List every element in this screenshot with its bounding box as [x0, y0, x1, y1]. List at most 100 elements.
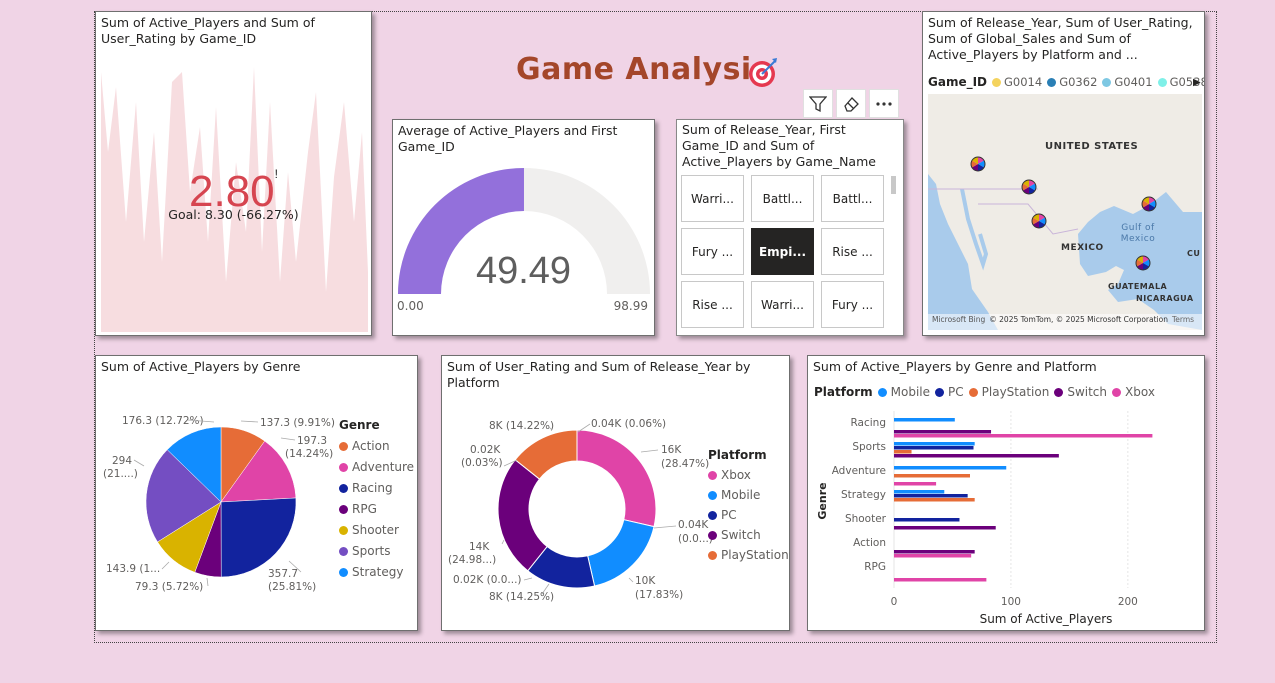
legend-item-action[interactable]: Action [339, 439, 414, 453]
legend-item-playstation[interactable]: PlayStation [708, 548, 789, 562]
slicer-tile[interactable]: Fury ... [681, 228, 744, 275]
slicer-tile[interactable]: Rise ... [681, 281, 744, 328]
bing-logo: Microsoft Bing [932, 315, 986, 324]
map-pie-marker[interactable] [1135, 255, 1151, 271]
page-title: Game Analysis [516, 52, 771, 87]
gauge-card[interactable]: Average of Active_Players and First Game… [392, 119, 655, 336]
label-sports-pct: (21....) [103, 468, 138, 480]
label-pc: 8K (14.25%) [489, 591, 554, 603]
legend-item-xbox[interactable]: Xbox [708, 468, 789, 482]
filter-button[interactable] [803, 89, 833, 118]
legend-marker [339, 504, 348, 514]
label-shooter: 143.9 (1... [106, 563, 160, 575]
map-pins [970, 156, 1157, 271]
bar-adventure-playstation[interactable] [894, 474, 970, 478]
bar-shooter-pc[interactable] [894, 518, 960, 522]
legend-label: Switch [721, 528, 761, 542]
legend-item-pc[interactable]: PC [708, 508, 789, 522]
bar-adventure-xbox[interactable] [894, 482, 937, 486]
legend-item-switch[interactable]: Switch [708, 528, 789, 542]
legend-item-strategy[interactable]: Strategy [339, 565, 414, 579]
y-axis-title: Genre [816, 482, 829, 519]
bar-strategy-mobile[interactable] [894, 490, 945, 494]
legend-item-rpg[interactable]: RPG [339, 502, 414, 516]
map-pie-marker[interactable] [970, 156, 986, 172]
legend-label: PC [721, 508, 737, 522]
genre-legend: Genre Action Adventure Racing RPG Shooter Spo… [339, 418, 414, 579]
legend-label: Xbox [721, 468, 751, 482]
bar-adventure-mobile[interactable] [894, 466, 1007, 470]
label-pc-small: 0.02K (0.0...) [453, 574, 522, 586]
target-icon [749, 58, 777, 87]
clear-selections-button[interactable] [836, 89, 866, 118]
legend-item-sports[interactable]: Sports [339, 544, 414, 558]
legend-marker [708, 530, 717, 540]
map-pie-marker[interactable] [1141, 196, 1157, 212]
bar-racing-switch[interactable] [894, 430, 992, 434]
legend-item-adventure[interactable]: Adventure [339, 460, 414, 474]
legend-label: PlayStation [721, 548, 789, 562]
bar-chart[interactable]: 0 100 200 Racing Sports Adventure Strategy Shoo… [808, 356, 1205, 631]
bar-sports-playstation[interactable] [894, 450, 912, 454]
label-sports: 294 [112, 455, 132, 467]
slicer-scrollbar[interactable] [891, 176, 896, 194]
slicer-tile[interactable]: Fury ... [821, 281, 884, 328]
kpi-card[interactable]: Sum of Active_Players and Sum of User_Ra… [95, 11, 372, 336]
label-mobile-small: 0.04K [678, 519, 709, 531]
bar-racing-xbox[interactable] [894, 434, 1153, 438]
map-pie-marker[interactable] [1021, 179, 1037, 195]
legend-item-racing[interactable]: Racing [339, 481, 414, 495]
legend-marker [708, 510, 717, 520]
legend-marker [339, 525, 348, 535]
label-racing-pct: (25.81%) [268, 581, 316, 593]
game-slicer-card[interactable]: Sum of Release_Year, First Game_ID and S… [676, 119, 904, 336]
map-pie-marker[interactable] [1031, 213, 1047, 229]
legend-marker [339, 546, 348, 556]
platform-donut-card[interactable]: Sum of User_Rating and Sum of Release_Ye… [441, 355, 790, 631]
y-tick-label: Racing [850, 417, 886, 429]
bar-action-switch[interactable] [894, 550, 975, 554]
legend-marker [708, 490, 717, 500]
label-switch-small: 0.02K [470, 444, 501, 456]
bar-racing-mobile[interactable] [894, 418, 955, 422]
slicer-tile[interactable]: Battl... [751, 175, 814, 222]
kpi-goal: Goal: 8.30 (-66.27%) [168, 207, 299, 222]
legend-item-mobile[interactable]: Mobile [708, 488, 789, 502]
bar-sports-switch[interactable] [894, 454, 1059, 458]
map-card[interactable]: Sum of Release_Year, Sum of User_Rating,… [922, 11, 1205, 336]
genre-platform-bar-card[interactable]: Sum of Active_Players by Genre and Platf… [807, 355, 1205, 631]
genre-pie-card[interactable]: Sum of Active_Players by Genre 137.3 (9.… [95, 355, 418, 631]
slicer-tile[interactable]: Rise ... [821, 228, 884, 275]
x-tick-label: 200 [1118, 596, 1138, 608]
bar-shooter-switch[interactable] [894, 526, 996, 530]
label-xbox: 16K [661, 444, 682, 456]
slicer-tile[interactable]: Warri... [751, 281, 814, 328]
bar-rpg-xbox[interactable] [894, 578, 987, 582]
gauge-value: 49.49 [475, 250, 572, 292]
y-tick-label: RPG [864, 561, 886, 573]
label-adventure-pct: (14.24%) [285, 448, 333, 460]
label-mobile-pct: (17.83%) [635, 589, 683, 601]
legend-marker [708, 550, 717, 560]
bar-action-xbox[interactable] [894, 554, 972, 558]
slicer-tile[interactable]: Empi... [751, 228, 814, 275]
legend-item-shooter[interactable]: Shooter [339, 523, 414, 537]
label-adventure: 197.3 [297, 435, 327, 447]
map-terms-link[interactable]: Terms [1172, 315, 1194, 324]
slicer-tile[interactable]: Warri... [681, 175, 744, 222]
legend-label: Mobile [721, 488, 761, 502]
bar-sports-pc[interactable] [894, 446, 974, 450]
bar-sports-mobile[interactable] [894, 442, 975, 446]
donut-slice-xbox[interactable] [576, 429, 657, 528]
bar-strategy-pc[interactable] [894, 494, 968, 498]
bar-strategy-playstation[interactable] [894, 498, 975, 502]
more-options-button[interactable] [869, 89, 899, 118]
label-action: 137.3 (9.91%) [260, 417, 335, 429]
legend-marker [339, 567, 348, 577]
eraser-icon [844, 96, 859, 112]
pie-slice-racing[interactable] [220, 497, 297, 578]
y-tick-label: Shooter [845, 513, 887, 525]
gauge-min: 0.00 [397, 299, 424, 313]
slicer-tile[interactable]: Battl... [821, 175, 884, 222]
gauge-max: 98.99 [613, 299, 648, 313]
